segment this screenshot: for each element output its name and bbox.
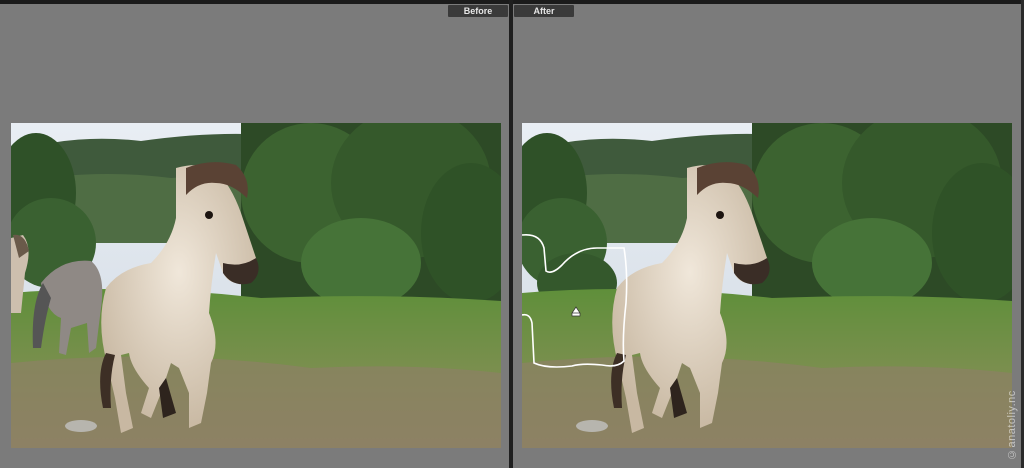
watermark-text: ©anatoliy.nc <box>1006 390 1018 460</box>
lightroom-compare-view: Before After ©anatoliy.nc <box>0 0 1024 468</box>
after-label: After <box>514 5 574 17</box>
after-photo-image <box>522 123 1012 448</box>
pane-divider <box>509 0 513 468</box>
after-photo[interactable] <box>522 123 1012 448</box>
before-photo-image <box>11 123 501 448</box>
before-photo[interactable] <box>11 123 501 448</box>
before-label: Before <box>448 5 508 17</box>
